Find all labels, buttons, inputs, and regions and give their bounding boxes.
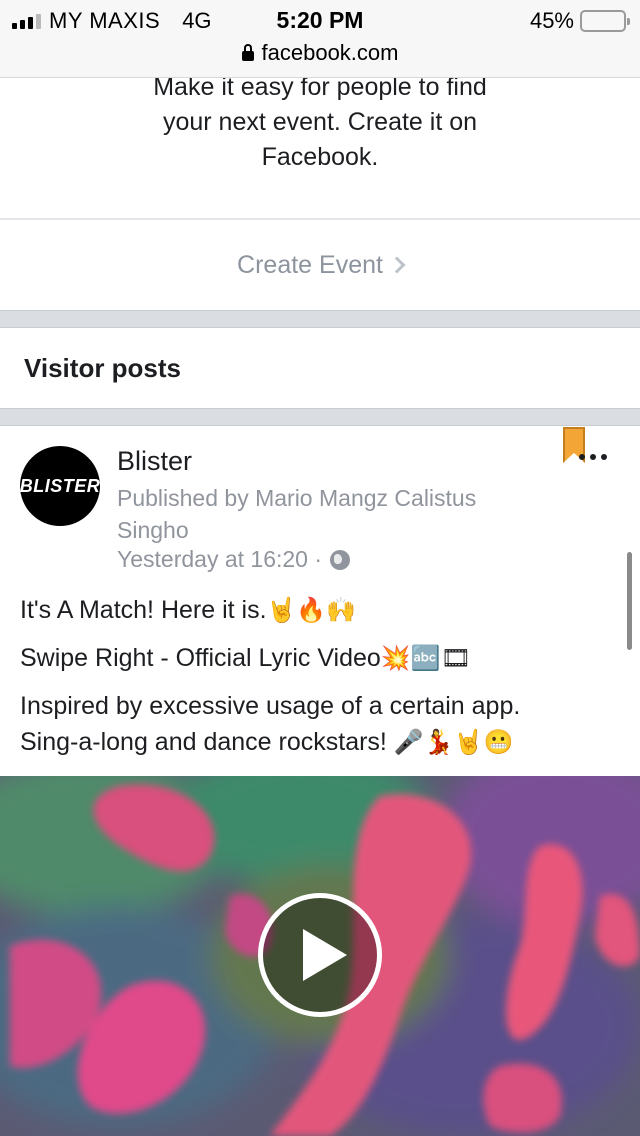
play-icon: [303, 929, 347, 981]
emoji-group: 💥🔤🎞: [380, 645, 472, 673]
more-options-icon[interactable]: [579, 454, 607, 460]
create-event-button[interactable]: Create Event: [0, 220, 640, 310]
section-separator: [0, 310, 640, 328]
promo-text: Make it easy for people to find your nex…: [0, 78, 640, 175]
avatar-logo-text: BLISTER: [19, 475, 101, 496]
emoji-group: 🤘🔥🙌: [266, 597, 357, 625]
battery-group: 45%: [529, 8, 630, 34]
published-by[interactable]: Published by Mario Mangz Calistus Singho: [117, 482, 547, 546]
post-timestamp-row: Yesterday at 16:20 ·: [117, 546, 351, 573]
post-text: Swipe Right - Official Lyric Video: [20, 644, 381, 672]
scrollbar[interactable]: [627, 552, 632, 650]
battery-percent: 45%: [529, 8, 574, 33]
chevron-right-icon: [388, 256, 406, 274]
url-bar[interactable]: facebook.com: [0, 40, 640, 66]
url-domain: facebook.com: [261, 40, 399, 65]
globe-icon: [330, 549, 351, 570]
promo-line: Facebook.: [261, 143, 379, 171]
promo-line: Make it easy for people to find: [153, 78, 487, 101]
post-text-line: It's A Match! Here it is.🤘🔥🙌: [20, 596, 356, 625]
post-text: Inspired by excessive usage of a certain…: [20, 692, 521, 720]
post-text: It's A Match! Here it is.: [20, 596, 267, 624]
promo-line: your next event. Create it on: [162, 108, 478, 136]
post-text: Sing-a-long and dance rockstars!: [20, 728, 387, 756]
post-text-line: Swipe Right - Official Lyric Video💥🔤🎞: [20, 644, 471, 673]
status-bar: MY MAXIS 4G 5:20 PM 45% facebook.com: [0, 0, 640, 78]
section-separator: [0, 408, 640, 426]
post-author-name[interactable]: Blister: [117, 446, 192, 477]
emoji-group: 🎤💃🤘😬: [393, 729, 514, 757]
post-text-line: Sing-a-long and dance rockstars! 🎤💃🤘😬: [20, 728, 513, 757]
event-promo: Make it easy for people to find your nex…: [0, 78, 640, 218]
post-text-line: Inspired by excessive usage of a certain…: [20, 692, 520, 721]
lock-icon: [241, 44, 254, 61]
create-event-label: Create Event: [237, 250, 383, 279]
battery-icon: [580, 10, 630, 32]
visitor-posts-heading: Visitor posts: [24, 352, 182, 383]
post-timestamp[interactable]: Yesterday at 16:20 ·: [117, 546, 322, 573]
play-button[interactable]: [258, 893, 382, 1017]
page-avatar[interactable]: BLISTER: [20, 446, 100, 526]
